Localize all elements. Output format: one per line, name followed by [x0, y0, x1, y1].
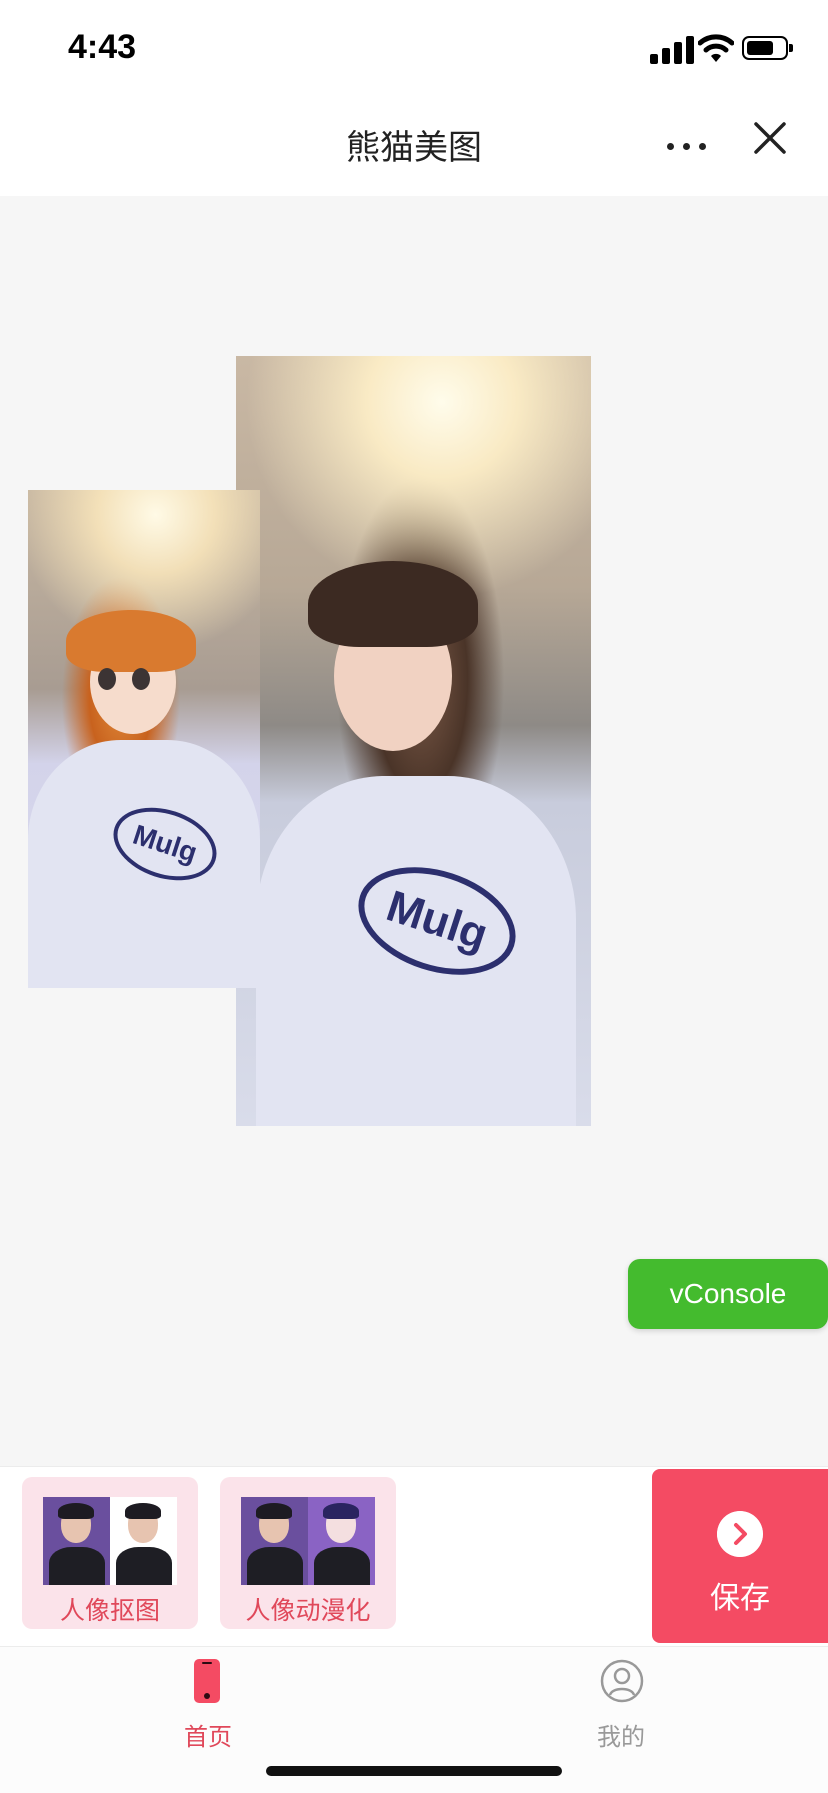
shirt-text: Mulg [380, 881, 494, 960]
save-button[interactable]: 保存 [652, 1469, 828, 1643]
vconsole-button[interactable]: vConsole [628, 1259, 828, 1329]
close-icon[interactable] [752, 120, 788, 156]
editing-canvas: Mulg Mulg vConsole [0, 196, 828, 1559]
wifi-icon [698, 34, 734, 62]
tool-label: 人像动漫化 [245, 1596, 371, 1625]
tool-portrait-anime[interactable]: 人像动漫化 [220, 1477, 396, 1629]
tool-panel: 人像抠图 人像动漫化 保存 [0, 1466, 828, 1647]
navigation-header: 熊猫美图 [0, 96, 828, 196]
tab-label: 首页 [184, 1723, 232, 1751]
user-icon [600, 1659, 644, 1703]
phone-icon [194, 1659, 220, 1703]
home-indicator [266, 1766, 562, 1776]
status-bar: 4:43 [0, 0, 828, 96]
status-time: 4:43 [68, 28, 137, 66]
original-photo: Mulg [236, 356, 591, 1126]
tab-mine[interactable]: 我的 [551, 1657, 691, 1751]
tab-home[interactable]: 首页 [138, 1657, 278, 1751]
tool-portrait-cutout[interactable]: 人像抠图 [22, 1477, 198, 1629]
portrait-anime-thumbnail [241, 1497, 375, 1585]
cartoon-photo: Mulg [28, 490, 260, 988]
shirt-text-cartoon: Mulg [129, 818, 202, 869]
portrait-cutout-thumbnail [43, 1497, 177, 1585]
tool-label: 人像抠图 [59, 1596, 160, 1625]
chevron-right-icon [717, 1511, 763, 1557]
battery-icon [742, 36, 793, 60]
signal-icon [650, 34, 694, 64]
tab-label: 我的 [597, 1723, 645, 1751]
save-label: 保存 [710, 1581, 770, 1616]
more-icon[interactable] [665, 124, 709, 168]
